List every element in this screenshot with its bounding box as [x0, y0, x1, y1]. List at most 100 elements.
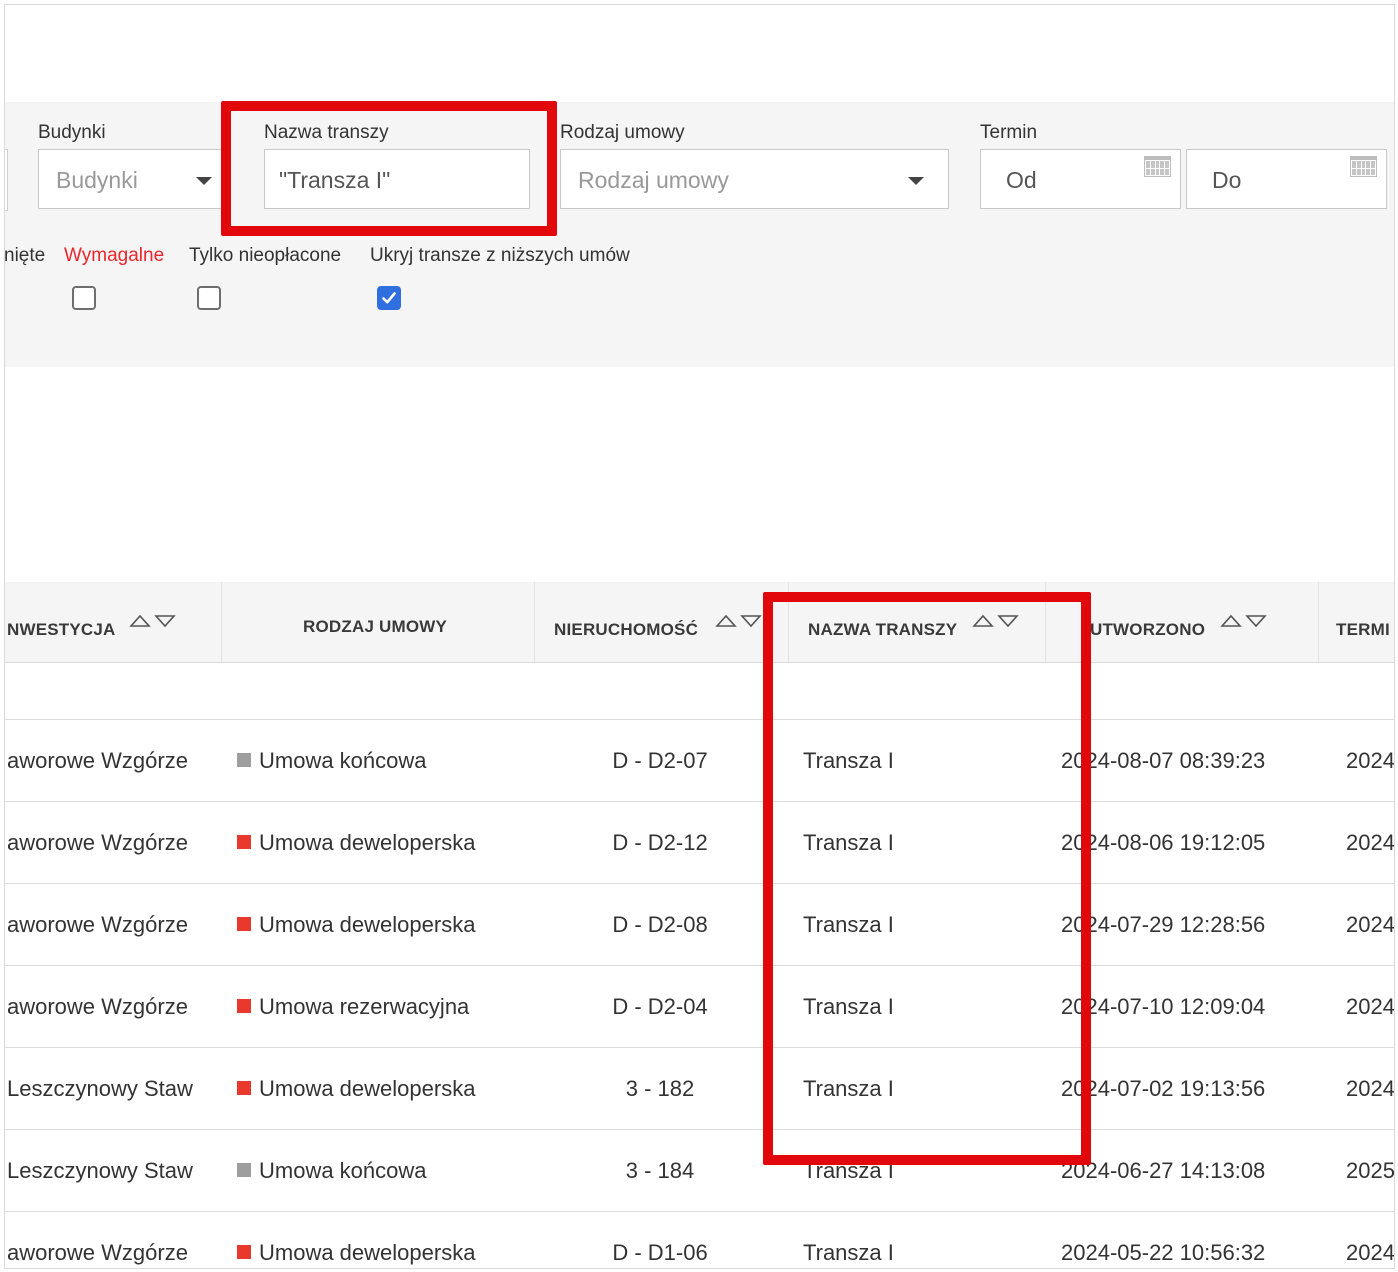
table-row[interactable]: aworowe Wzgórze Umowa rezerwacyjna D - D2-…	[5, 966, 1394, 1048]
status-square-icon	[237, 1163, 251, 1177]
term-from-placeholder: Od	[1006, 167, 1037, 193]
checkbox-label-truncated: nięte	[4, 245, 46, 266]
table-row[interactable]: aworowe Wzgórze Umowa deweloperska D - D1-…	[5, 1212, 1394, 1268]
investment-cell: aworowe Wzgórze	[7, 830, 188, 856]
table-row[interactable]: aworowe Wzgórze Umowa deweloperska D - D2-…	[5, 884, 1394, 966]
investment-cell-text: aworowe Wzgórze	[7, 1240, 188, 1265]
table-row[interactable]: aworowe Wzgórze Umowa deweloperska D - D2-…	[5, 802, 1394, 884]
investment-cell-text: aworowe Wzgórze	[7, 830, 188, 855]
contract-type-select[interactable]: Rodzaj umowy	[560, 149, 949, 209]
sort-arrows-icon[interactable]	[129, 613, 179, 629]
term-to-input[interactable]: Do	[1186, 149, 1387, 209]
column-header-created[interactable]: UTWORZONO	[1090, 620, 1205, 640]
investment-cell-text: aworowe Wzgórze	[7, 748, 188, 773]
property-cell: D - D2-04	[612, 994, 707, 1020]
term-cell-text: 2024	[1346, 830, 1395, 855]
property-cell-text: D - D1-06	[612, 1240, 708, 1265]
contract-type-cell: Umowa deweloperska	[237, 830, 475, 856]
investment-cell-text: aworowe Wzgórze	[7, 912, 188, 937]
investment-cell-text: Leszczynowy Staw	[7, 1158, 193, 1183]
page-frame: Budynki Budynki Nazwa transzy "Transza I…	[4, 4, 1395, 1269]
tranche-name-cell: Transza I	[803, 1240, 894, 1266]
term-cell: 2024	[1346, 748, 1395, 774]
contract-type-cell: Umowa końcowa	[237, 748, 427, 774]
term-cell-text: 2024	[1346, 912, 1395, 937]
contract-type-cell-text: Umowa rezerwacyjna	[259, 994, 470, 1019]
status-square-icon	[237, 1081, 251, 1095]
buildings-placeholder: Budynki	[56, 167, 138, 193]
overdue-label: Wymagalne	[64, 245, 165, 266]
property-cell-text: D - D2-12	[612, 830, 708, 855]
property-cell-text: 3 - 182	[625, 1076, 695, 1101]
tranche-column-highlight	[763, 592, 1091, 1165]
term-cell: 2024	[1346, 994, 1394, 1020]
contract-type-cell: Umowa rezerwacyjna	[237, 994, 469, 1020]
contract-type-cell-text: Umowa deweloperska	[259, 1076, 476, 1101]
contract-type-cell-text: Umowa deweloperska	[259, 1240, 476, 1265]
term-cell: 2024	[1346, 1240, 1394, 1266]
term-cell-text: 2024	[1346, 748, 1395, 773]
contract-type-placeholder: Rodzaj umowy	[578, 167, 729, 193]
created-cell-text: 2024-07-10 12:09:04	[1061, 994, 1266, 1019]
status-square-icon	[237, 999, 251, 1013]
created-cell-text: 2024-06-27 14:13:08	[1061, 1158, 1266, 1183]
hide-lower-contracts-checkbox[interactable]	[377, 286, 401, 310]
investment-cell: aworowe Wzgórze	[7, 748, 188, 774]
column-header-investment[interactable]: NWESTYCJA	[7, 620, 116, 640]
property-cell: 3 - 184	[626, 1158, 695, 1184]
tranche-name-cell-text: Transza I	[803, 1240, 894, 1265]
investment-cell: aworowe Wzgórze	[7, 994, 188, 1020]
investment-cell: Leszczynowy Staw	[7, 1158, 193, 1184]
table-row[interactable]: aworowe Wzgórze Umowa końcowa D - D2-07 Tra…	[5, 720, 1394, 802]
previous-filter-field-edge[interactable]	[5, 149, 8, 211]
status-square-icon	[237, 753, 251, 767]
column-header-property[interactable]: NIERUCHOMOŚĆ	[554, 620, 698, 640]
contract-type-cell-text: Umowa końcowa	[259, 1158, 427, 1183]
contract-type-label: Rodzaj umowy	[560, 122, 685, 143]
property-cell: D - D2-12	[612, 830, 707, 856]
overdue-checkbox[interactable]	[72, 286, 96, 310]
created-cell: 2024-07-02 19:13:56	[1061, 1076, 1265, 1102]
property-cell-text: 3 - 184	[625, 1158, 695, 1183]
filter-panel: Budynki Budynki Nazwa transzy "Transza I…	[5, 102, 1394, 367]
property-cell: D - D2-07	[612, 748, 707, 774]
created-cell-text: 2024-07-29 12:28:56	[1061, 912, 1266, 937]
buildings-select[interactable]: Budynki	[38, 149, 223, 209]
checkmark-icon	[382, 292, 396, 304]
property-cell-text: D - D2-07	[612, 748, 708, 773]
term-label: Termin	[980, 122, 1038, 143]
property-cell-text: D - D2-08	[612, 912, 708, 937]
investment-cell-text: aworowe Wzgórze	[7, 994, 188, 1019]
unpaid-only-checkbox[interactable]	[197, 286, 221, 310]
created-cell: 2024-08-06 19:12:05	[1061, 830, 1265, 856]
term-cell: 2024	[1346, 1076, 1395, 1102]
investment-cell: Leszczynowy Staw	[7, 1076, 193, 1102]
status-square-icon	[237, 835, 251, 849]
contract-type-cell: Umowa deweloperska	[237, 1076, 475, 1102]
term-cell: 2025	[1346, 1158, 1395, 1184]
status-square-icon	[237, 917, 251, 931]
table-row[interactable]: Leszczynowy Staw Umowa deweloperska 3 - 18…	[5, 1048, 1394, 1130]
chevron-down-icon	[908, 177, 924, 185]
contract-type-cell-text: Umowa deweloperska	[259, 912, 476, 937]
term-cell-text: 2025	[1346, 1158, 1395, 1183]
investment-cell: aworowe Wzgórze	[7, 1240, 188, 1266]
contract-type-cell-text: Umowa końcowa	[259, 748, 427, 773]
calendar-icon[interactable]	[1350, 156, 1377, 177]
term-from-input[interactable]: Od	[980, 149, 1181, 209]
created-cell-text: 2024-08-07 08:39:23	[1061, 748, 1266, 773]
column-header-term[interactable]: TERMI	[1336, 620, 1390, 640]
column-header-contract-type[interactable]: RODZAJ UMOWY	[303, 617, 447, 637]
property-cell-text: D - D2-04	[612, 994, 708, 1019]
term-to-placeholder: Do	[1212, 167, 1242, 193]
property-cell: D - D2-08	[612, 912, 707, 938]
sort-arrows-icon[interactable]	[715, 613, 765, 629]
property-cell: D - D1-06	[612, 1240, 707, 1266]
sort-arrows-icon[interactable]	[1220, 613, 1270, 629]
term-cell-text: 2024	[1346, 1076, 1395, 1101]
contract-type-cell: Umowa deweloperska	[237, 1240, 475, 1266]
column-divider	[1318, 582, 1319, 662]
contract-type-cell: Umowa deweloperska	[237, 912, 475, 938]
table-row[interactable]: Leszczynowy Staw Umowa końcowa 3 - 184 Tran…	[5, 1130, 1394, 1212]
calendar-icon[interactable]	[1144, 156, 1171, 177]
